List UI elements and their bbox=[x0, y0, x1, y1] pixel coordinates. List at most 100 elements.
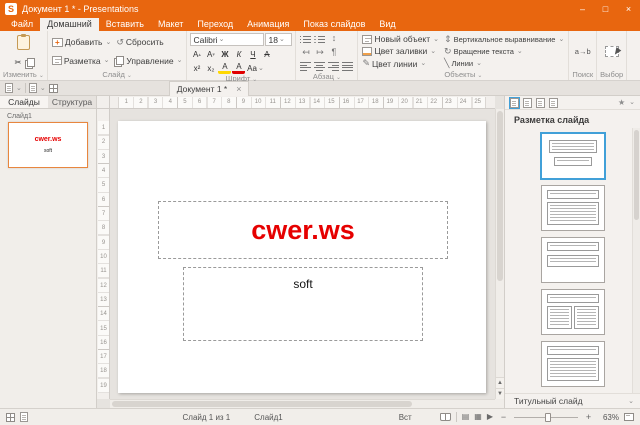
new-document-caret-icon[interactable]: ⌄ bbox=[16, 85, 22, 92]
ruler-number: 12 bbox=[98, 278, 109, 292]
close-button[interactable]: × bbox=[617, 0, 640, 18]
italic-button[interactable]: К bbox=[232, 49, 245, 60]
slide-canvas[interactable]: cwer.ws soft bbox=[118, 121, 486, 393]
normal-view-icon[interactable]: ▤ bbox=[462, 413, 470, 421]
copy-icon[interactable] bbox=[27, 58, 35, 67]
manage-slides-button[interactable]: Управление bbox=[115, 55, 183, 67]
next-slide-button[interactable]: ▼ bbox=[496, 388, 504, 399]
change-case-button[interactable]: Аа bbox=[246, 63, 264, 74]
horizontal-scrollbar-thumb[interactable] bbox=[112, 401, 412, 407]
vertical-align-icon: ⇕ bbox=[444, 35, 452, 44]
select-objects-icon[interactable] bbox=[605, 46, 619, 57]
group-label-objects[interactable]: Объекты bbox=[361, 70, 565, 80]
strikethrough-button[interactable]: А bbox=[260, 49, 273, 60]
tab-list-icon[interactable] bbox=[49, 84, 58, 93]
minimize-button[interactable]: – bbox=[571, 0, 594, 18]
document-tab[interactable]: Документ 1 * × bbox=[169, 81, 250, 96]
ribbon-tab[interactable]: Анимация bbox=[240, 18, 296, 31]
slideshow-icon[interactable]: ▶ bbox=[487, 413, 493, 421]
layout-thumbnail-title-content[interactable] bbox=[541, 185, 605, 231]
new-object-button[interactable]: Новый объект bbox=[361, 33, 440, 45]
theme-icon[interactable] bbox=[6, 413, 15, 422]
zoom-in-button[interactable]: + bbox=[583, 412, 594, 423]
superscript-button[interactable]: x² bbox=[190, 63, 203, 74]
zoom-slider-thumb[interactable] bbox=[545, 413, 551, 422]
layout-pane-icon[interactable] bbox=[510, 98, 519, 108]
new-document-icon[interactable] bbox=[5, 83, 13, 93]
slide-sorter-icon[interactable]: ▦ bbox=[474, 413, 482, 421]
layout-thumbnail-section[interactable] bbox=[541, 237, 605, 283]
fit-to-window-icon[interactable] bbox=[624, 413, 634, 421]
subscript-button[interactable]: x₂ bbox=[204, 63, 217, 74]
ribbon-tab[interactable]: Переход bbox=[190, 18, 240, 31]
layout-thumbnail-two-content[interactable] bbox=[541, 289, 605, 335]
ribbon-tab[interactable]: Вид bbox=[372, 18, 402, 31]
ribbon-tab[interactable]: Макет bbox=[151, 18, 190, 31]
align-right-button[interactable] bbox=[327, 61, 340, 72]
maximize-button[interactable]: □ bbox=[594, 0, 617, 18]
font-name-select[interactable]: Calibri bbox=[190, 33, 264, 46]
line-color-button[interactable]: ✎Цвет линии bbox=[361, 58, 440, 70]
layout-thumbnail-title-slide[interactable] bbox=[541, 133, 605, 179]
slide-layout-button[interactable]: Разметка bbox=[51, 55, 112, 67]
slides-panel-tab[interactable]: Структура bbox=[48, 96, 96, 108]
grow-font-button[interactable]: А bbox=[190, 49, 203, 60]
layout-menu-caret-icon[interactable]: ⌄ bbox=[628, 398, 634, 405]
pane-menu-caret-icon[interactable]: ⌄ bbox=[629, 99, 635, 106]
add-slide-button[interactable]: Добавить bbox=[51, 36, 112, 48]
bold-button[interactable]: Ж bbox=[218, 49, 231, 60]
justify-button[interactable] bbox=[341, 61, 354, 72]
vertical-scrollbar[interactable]: ▲ ▼ bbox=[495, 109, 504, 399]
document-tab-close-icon[interactable]: × bbox=[236, 84, 241, 94]
ribbon-tab[interactable]: Домашний bbox=[40, 18, 99, 31]
font-size-select[interactable]: 18 bbox=[265, 33, 292, 46]
vertical-align-button[interactable]: ⇕Вертикальное выравнивание bbox=[443, 33, 565, 45]
spellcheck-icon[interactable] bbox=[440, 413, 451, 421]
design-pane-icon[interactable] bbox=[523, 98, 532, 108]
open-document-icon[interactable] bbox=[29, 83, 37, 93]
align-left-button[interactable] bbox=[299, 61, 312, 72]
notes-icon[interactable] bbox=[20, 412, 28, 422]
align-center-button[interactable] bbox=[313, 61, 326, 72]
title-placeholder[interactable]: cwer.ws bbox=[158, 201, 448, 259]
zoom-level[interactable]: 63% bbox=[599, 413, 619, 422]
reset-slide-button[interactable]: ↺Сбросить bbox=[115, 36, 183, 48]
vertical-scrollbar-thumb[interactable] bbox=[497, 111, 503, 281]
task-pane-scrollbar[interactable] bbox=[632, 128, 640, 393]
paragraph-marks-button[interactable]: ¶ bbox=[327, 47, 340, 58]
animation-pane-icon[interactable] bbox=[549, 98, 558, 108]
transition-pane-icon[interactable] bbox=[536, 98, 545, 108]
zoom-slider[interactable] bbox=[514, 412, 578, 423]
task-pane-scrollbar-thumb[interactable] bbox=[634, 130, 639, 220]
cut-icon[interactable]: ✂ bbox=[11, 57, 24, 68]
lines-button[interactable]: ╲Линии bbox=[443, 58, 565, 70]
ribbon-tab[interactable]: Показ слайдов bbox=[296, 18, 372, 31]
paste-icon[interactable] bbox=[17, 35, 30, 50]
layout-thumbnail-content-only[interactable] bbox=[541, 341, 605, 387]
subtitle-placeholder[interactable]: soft bbox=[183, 267, 423, 341]
ribbon-tab[interactable]: Вставить bbox=[99, 18, 151, 31]
shrink-font-button[interactable]: А bbox=[204, 49, 217, 60]
fill-color-button[interactable]: Цвет заливки bbox=[361, 45, 440, 57]
horizontal-scrollbar[interactable] bbox=[110, 399, 495, 408]
underline-button[interactable]: Ч bbox=[246, 49, 259, 60]
font-color-button[interactable]: А bbox=[232, 63, 245, 74]
increase-indent-button[interactable]: ↦ bbox=[313, 47, 326, 58]
previous-slide-button[interactable]: ▲ bbox=[496, 377, 504, 388]
line-spacing-button[interactable]: ↕ bbox=[327, 33, 340, 44]
bullet-list-button[interactable] bbox=[299, 33, 312, 44]
ribbon-tab[interactable]: Файл bbox=[4, 18, 40, 31]
highlight-color-button[interactable]: А bbox=[218, 63, 231, 74]
group-label-slide[interactable]: Слайд bbox=[51, 70, 184, 80]
find-replace-button[interactable]: a→b bbox=[573, 43, 593, 61]
slide-thumbnail[interactable]: cwer.ws soft bbox=[8, 122, 88, 168]
open-document-caret-icon[interactable]: ⌄ bbox=[40, 85, 46, 92]
text-rotation-button[interactable]: ↻Вращение текста bbox=[443, 45, 565, 57]
zoom-out-button[interactable]: − bbox=[498, 412, 509, 423]
group-label-edit[interactable]: Изменить bbox=[3, 70, 44, 80]
favorites-star-icon[interactable]: ★ bbox=[618, 99, 625, 107]
slides-panel-tab[interactable]: Слайды bbox=[0, 96, 48, 108]
decrease-indent-button[interactable]: ↤ bbox=[299, 47, 312, 58]
numbered-list-button[interactable] bbox=[313, 33, 326, 44]
insert-mode-indicator[interactable]: Вст bbox=[399, 413, 412, 422]
